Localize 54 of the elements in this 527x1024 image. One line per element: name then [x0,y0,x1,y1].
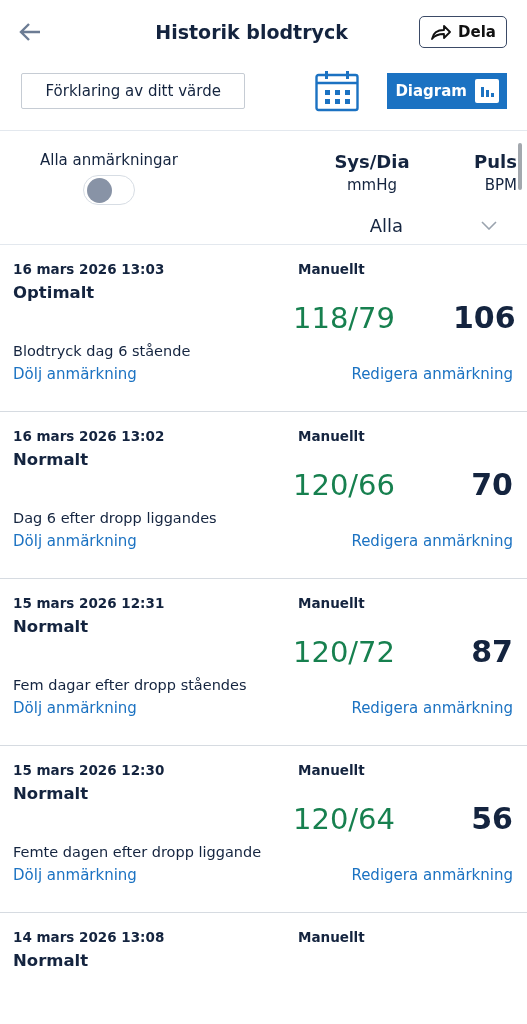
entry-status: Normalt [13,450,90,469]
blood-pressure-value: 120/72 [293,634,397,669]
edit-note-link[interactable]: Redigera anmärkning [351,699,513,717]
edit-note-link[interactable]: Redigera anmärkning [351,365,513,383]
entry-status: Optimalt [13,283,96,302]
entry-note: Fem dagar efter dropp ståendes [13,677,248,693]
hide-note-link[interactable]: Dölj anmärkning [13,532,137,550]
pulse-value: 56 [470,801,513,836]
entry-source: Manuellt [298,929,366,945]
edit-note-link[interactable]: Redigera anmärkning [351,866,513,884]
calendar-icon [315,70,360,112]
hide-note-link[interactable]: Dölj anmärkning [13,365,137,383]
scrollbar[interactable] [518,143,522,190]
diagram-button[interactable]: Diagram [387,73,507,109]
filter-dropdown[interactable]: Alla [369,215,497,236]
explanation-button[interactable]: Förklaring av ditt värde [21,73,246,109]
entry-note: Dag 6 efter dropp liggandes [13,510,218,526]
column-title: Sys/Dia [334,151,410,172]
column-unit: BPM [484,176,517,194]
back-button[interactable] [18,22,42,42]
hide-note-link[interactable]: Dölj anmärkning [13,866,137,884]
toggle-switch[interactable] [83,175,135,205]
share-arrow-icon [430,24,453,40]
column-title: Puls [474,151,517,172]
column-unit: mmHg [347,176,397,194]
entry-source: Manuellt [298,261,366,277]
entry-note: Femte dagen efter dropp liggande [13,844,263,860]
pulse-value: 70 [470,467,513,502]
entry-status: Normalt [13,617,90,636]
share-button[interactable]: Dela [419,16,507,48]
entry-source: Manuellt [298,428,366,444]
entry-status: Normalt [13,784,90,803]
blood-pressure-value: 120/64 [293,801,397,836]
back-arrow-icon [18,22,42,42]
pulse-value: 87 [470,634,513,669]
page-title: Historik blodtryck [155,21,348,43]
bar-chart-icon [475,79,499,103]
blood-pressure-value: 120/66 [293,467,397,502]
entry-date: 16 mars 2026 13:03 [13,261,166,277]
entry-status: Normalt [13,951,90,970]
entry-source: Manuellt [298,595,366,611]
blood-pressure-value: 118/79 [293,300,397,335]
chevron-down-icon [481,221,497,230]
calendar-button[interactable] [315,70,360,112]
edit-note-link[interactable]: Redigera anmärkning [351,532,513,550]
toggle-label: Alla anmärkningar [40,151,178,169]
entry-date: 16 mars 2026 13:02 [13,428,166,444]
entry-date: 15 mars 2026 12:30 [13,762,166,778]
hide-note-link[interactable]: Dölj anmärkning [13,699,137,717]
entry-date: 15 mars 2026 12:31 [13,595,166,611]
entry-source: Manuellt [298,762,366,778]
pulse-value: 106 [453,300,513,335]
entry-note: Blodtryck dag 6 stående [13,343,192,359]
entry-date: 14 mars 2026 13:08 [13,929,166,945]
